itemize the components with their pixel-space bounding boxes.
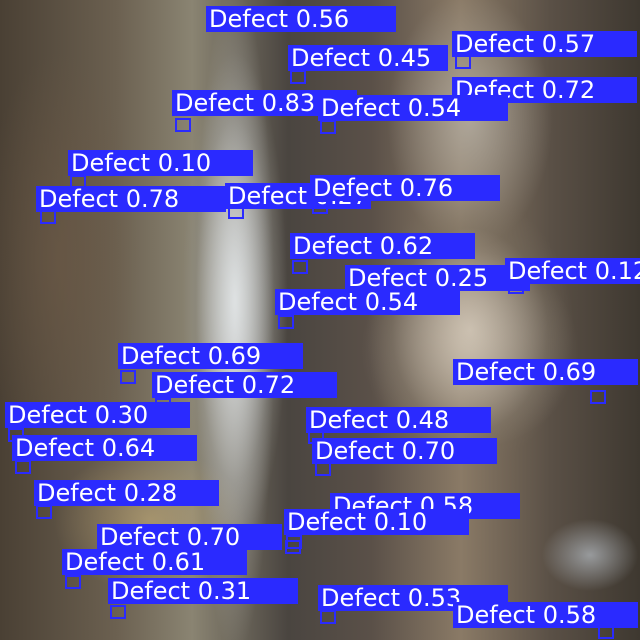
detection-label: Defect 0.30 — [5, 402, 190, 428]
detection-label: Defect 0.58 — [453, 602, 638, 628]
detection-score: 0.69 — [207, 342, 262, 370]
detection-class: Defect — [291, 44, 371, 72]
detection-box — [292, 260, 308, 274]
detection-label: Defect 0.45 — [288, 45, 448, 71]
detection-score: 0.69 — [542, 358, 597, 386]
detection-score: 0.30 — [94, 401, 149, 429]
detection-score: 0.58 — [542, 601, 597, 629]
detection-class: Defect — [8, 401, 88, 429]
detection-score: 0.78 — [125, 185, 180, 213]
detection-label: Defect 0.70 — [312, 438, 497, 464]
detection-label: Defect 0.78 — [36, 186, 226, 212]
detection-box — [285, 540, 301, 554]
detection-score: 0.64 — [101, 434, 156, 462]
detection-score: 0.25 — [434, 264, 489, 292]
detection-class: Defect — [278, 288, 358, 316]
detection-label: Defect 0.10 — [284, 509, 469, 535]
detection-box — [278, 315, 294, 329]
detection-label: Defect 0.12 — [505, 258, 640, 284]
detection-class: Defect — [309, 406, 389, 434]
detection-box — [36, 505, 52, 519]
detection-class: Defect — [313, 174, 393, 202]
detection-box — [15, 460, 31, 474]
detection-score: 0.70 — [401, 437, 456, 465]
detection-class: Defect — [65, 548, 145, 576]
detection-label: Defect 0.10 — [68, 150, 253, 176]
detection-score: 0.61 — [151, 548, 206, 576]
detection-class: Defect — [508, 257, 588, 285]
detection-class: Defect — [175, 89, 255, 117]
detection-box — [65, 575, 81, 589]
detection-box — [110, 605, 126, 619]
detection-score: 0.10 — [373, 508, 428, 536]
detection-label: Defect 0.69 — [453, 359, 638, 385]
detection-score: 0.31 — [197, 577, 252, 605]
detection-class: Defect — [155, 371, 235, 399]
detection-class: Defect — [121, 342, 201, 370]
detection-score: 0.83 — [261, 89, 316, 117]
detection-label: Defect 0.69 — [118, 343, 303, 369]
detection-score: 0.72 — [541, 76, 596, 104]
detection-label: Defect 0.62 — [290, 233, 475, 259]
detection-class: Defect — [39, 185, 119, 213]
detection-score: 0.12 — [594, 257, 640, 285]
detection-class: Defect — [15, 434, 95, 462]
detection-score: 0.48 — [395, 406, 450, 434]
detection-class: Defect — [455, 30, 535, 58]
detection-score: 0.70 — [186, 523, 241, 551]
detection-box — [312, 200, 328, 214]
detection-class: Defect — [228, 182, 308, 210]
detection-score: 0.45 — [377, 44, 432, 72]
detection-class: Defect — [456, 601, 536, 629]
detection-score: 0.72 — [241, 371, 296, 399]
detection-class: Defect — [71, 149, 151, 177]
detection-score: 0.10 — [157, 149, 212, 177]
detection-class: Defect — [287, 508, 367, 536]
detection-class: Defect — [456, 358, 536, 386]
detection-label: Defect 0.72 — [152, 372, 337, 398]
detection-class: Defect — [321, 94, 401, 122]
detection-label: Defect 0.57 — [452, 31, 637, 57]
detection-score: 0.57 — [541, 30, 596, 58]
detection-label: Defect 0.31 — [108, 578, 298, 604]
detection-score: 0.56 — [295, 5, 350, 33]
detection-label: Defect 0.76 — [310, 175, 500, 201]
detection-box — [320, 120, 336, 134]
detection-label: Defect 0.70 — [97, 524, 282, 550]
detection-score: 0.28 — [123, 479, 178, 507]
detection-score: 0.62 — [379, 232, 434, 260]
detection-label: Defect 0.54 — [275, 289, 460, 315]
detection-class: Defect — [100, 523, 180, 551]
detection-box — [120, 370, 136, 384]
detection-box — [590, 390, 606, 404]
detection-class: Defect — [209, 5, 289, 33]
detection-class: Defect — [37, 479, 117, 507]
detection-box — [290, 70, 306, 84]
detection-label: Defect 0.48 — [306, 407, 491, 433]
detection-class: Defect — [321, 584, 401, 612]
detection-class: Defect — [293, 232, 373, 260]
detection-box — [320, 610, 336, 624]
detection-label: Defect 0.61 — [62, 549, 247, 575]
detection-label: Defect 0.56 — [206, 6, 396, 32]
detection-class: Defect — [111, 577, 191, 605]
weld-photo: Defect 0.56 Defect 0.45 Defect 0.57 Defect … — [0, 0, 640, 640]
detection-label: Defect 0.64 — [12, 435, 197, 461]
detection-score: 0.54 — [407, 94, 462, 122]
detection-score: 0.76 — [399, 174, 454, 202]
detection-label: Defect 0.54 — [318, 95, 508, 121]
detection-score: 0.54 — [364, 288, 419, 316]
detection-class: Defect — [315, 437, 395, 465]
detection-box — [175, 118, 191, 132]
detection-label: Defect 0.28 — [34, 480, 219, 506]
